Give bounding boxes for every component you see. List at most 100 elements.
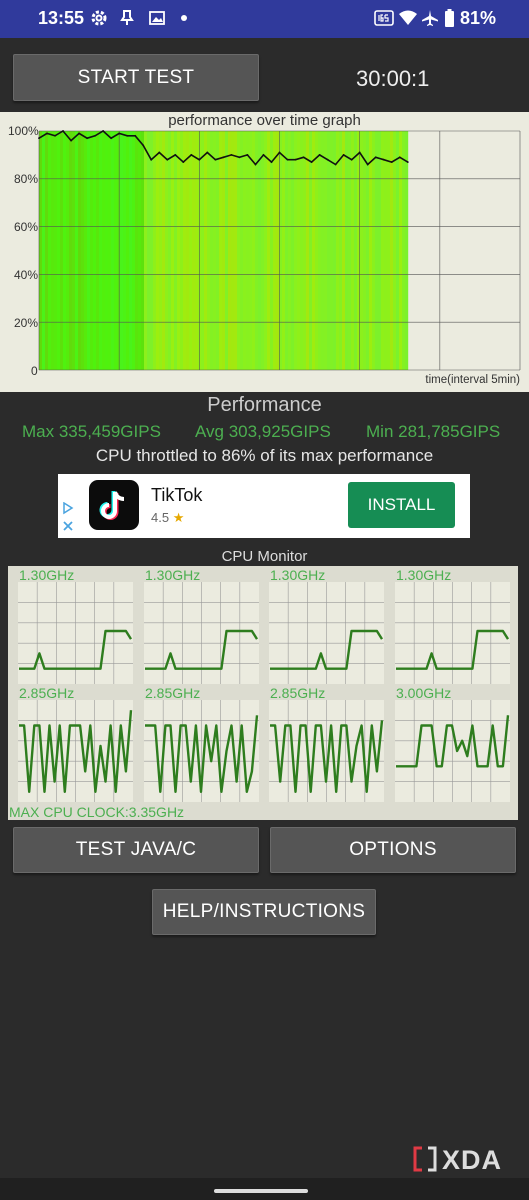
heat-column <box>267 131 271 370</box>
data-point <box>54 134 56 137</box>
heat-column <box>231 131 235 370</box>
core-frequency: 2.85GHz <box>19 685 75 701</box>
core-frequency: 1.30GHz <box>19 567 75 583</box>
data-point <box>318 154 321 156</box>
data-point <box>158 151 161 154</box>
cpu-monitor-title: CPU Monitor <box>221 548 308 565</box>
heat-column <box>318 131 322 370</box>
data-point <box>326 158 329 161</box>
heat-column <box>354 131 358 370</box>
heat-column <box>129 131 133 370</box>
heat-column <box>315 131 319 370</box>
heat-column <box>123 131 127 370</box>
xda-watermark-text: XDA <box>442 1145 503 1175</box>
data-point <box>142 144 145 147</box>
xda-bracket-icon <box>413 1146 437 1172</box>
heat-column <box>360 131 364 370</box>
heat-column <box>336 131 340 370</box>
data-point <box>182 161 185 163</box>
heat-column <box>237 131 241 370</box>
x-axis-label: time(interval 5min) <box>425 374 520 386</box>
data-point <box>134 134 137 137</box>
heat-column <box>66 131 70 370</box>
core-load-line <box>19 710 133 794</box>
ad-banner[interactable]: TikTok 4.5 ★ INSTALL <box>58 474 470 538</box>
ad-install-button[interactable]: INSTALL <box>348 482 455 528</box>
heat-column <box>303 131 307 370</box>
core-graph <box>269 700 384 802</box>
heat-column <box>396 131 400 370</box>
heat-column <box>351 131 355 370</box>
data-point <box>262 154 265 156</box>
heat-column <box>192 131 196 370</box>
test-java-c-button[interactable]: TEST JAVA/C <box>13 827 259 873</box>
core-graph-svg <box>395 700 510 802</box>
data-point <box>334 163 337 166</box>
heat-column <box>312 131 316 370</box>
data-point <box>342 154 345 156</box>
heat-column <box>72 131 76 370</box>
core-graph <box>269 582 384 684</box>
help-instructions-button[interactable]: HELP/INSTRUCTIONS <box>152 889 376 935</box>
data-point <box>110 137 113 140</box>
core-load-line <box>396 629 510 670</box>
core-graph <box>395 582 510 684</box>
core-graph <box>18 700 133 802</box>
heat-column <box>102 131 106 370</box>
max-cpu-clock: MAX CPU CLOCK:3.35GHz <box>9 804 185 820</box>
heat-column <box>399 131 403 370</box>
heat-column <box>141 131 145 370</box>
heat-column <box>165 131 169 370</box>
ad-choices-icon[interactable] <box>62 502 74 536</box>
heat-column <box>405 131 409 370</box>
heat-column <box>300 131 304 370</box>
heat-column <box>276 131 280 370</box>
ad-rating-value: 4.5 <box>151 510 170 525</box>
chart-title: performance over time graph <box>168 112 361 129</box>
core-load-line <box>270 720 384 794</box>
options-button[interactable]: OPTIONS <box>270 827 516 873</box>
y-tick-label: 60% <box>14 220 39 234</box>
start-test-button[interactable]: START TEST <box>13 54 259 101</box>
heat-column <box>81 131 85 370</box>
heat-column <box>135 131 139 370</box>
data-point <box>254 163 257 166</box>
core-graph-svg <box>18 582 133 684</box>
heat-column <box>114 131 118 370</box>
heat-column <box>186 131 190 370</box>
core-graph-svg <box>144 582 259 684</box>
heat-column <box>366 131 370 370</box>
star-icon: ★ <box>172 510 185 525</box>
core-graph-svg <box>18 700 133 802</box>
heat-column <box>273 131 277 370</box>
heat-column <box>258 131 262 370</box>
heat-column <box>99 131 103 370</box>
heat-column <box>348 131 352 370</box>
heat-column <box>159 131 163 370</box>
data-point <box>238 156 241 159</box>
heat-column <box>210 131 214 370</box>
heat-column <box>333 131 337 370</box>
heat-column <box>57 131 61 370</box>
performance-graph: performance over time graph 100% 80% 60%… <box>0 112 529 392</box>
heat-column <box>147 131 151 370</box>
core-load-line <box>270 629 384 670</box>
data-point <box>150 158 153 161</box>
data-point <box>102 130 105 132</box>
core-graph <box>144 582 259 684</box>
heat-column <box>204 131 208 370</box>
home-gesture-handle[interactable] <box>214 1189 308 1193</box>
core-graph <box>395 700 510 802</box>
core-graph <box>18 582 133 684</box>
data-point <box>374 156 377 159</box>
heat-column <box>111 131 115 370</box>
wifi-icon <box>399 10 417 25</box>
data-point <box>230 154 233 156</box>
heat-column <box>309 131 313 370</box>
heat-column <box>327 131 331 370</box>
heat-column <box>60 131 64 370</box>
heat-column <box>105 131 109 370</box>
data-point <box>366 163 369 166</box>
data-point <box>222 156 225 159</box>
heat-column <box>375 131 379 370</box>
